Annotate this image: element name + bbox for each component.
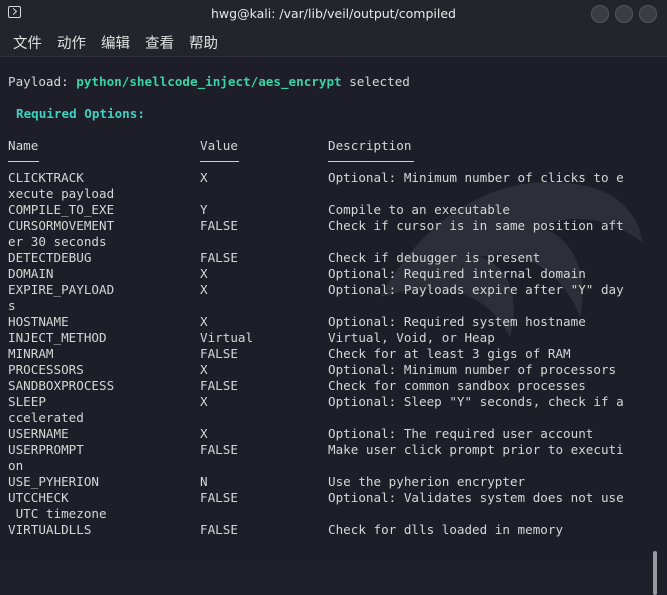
option-name: HOSTNAME bbox=[8, 314, 69, 329]
option-value: Virtual bbox=[200, 330, 254, 345]
option-description: Check if cursor is in same position aft bbox=[328, 218, 624, 233]
option-value: N bbox=[200, 474, 208, 489]
option-value: FALSE bbox=[200, 442, 238, 457]
header-name-underline bbox=[8, 161, 39, 162]
option-description: Virtual, Void, or Heap bbox=[328, 330, 495, 345]
option-description: Check for at least 3 gigs of RAM bbox=[328, 346, 571, 361]
option-name: INJECT_METHOD bbox=[8, 330, 107, 345]
option-name: USE_PYHERION bbox=[8, 474, 99, 489]
option-description: Optional: Required internal domain bbox=[328, 266, 586, 281]
menu-file[interactable]: 文件 bbox=[13, 32, 42, 53]
option-description-wrap: ccelerated bbox=[8, 410, 84, 425]
option-name: USERPROMPT bbox=[8, 442, 84, 457]
option-name: DOMAIN bbox=[8, 266, 54, 281]
option-name: EXPIRE_PAYLOAD bbox=[8, 282, 115, 297]
option-description-wrap: UTC timezone bbox=[8, 506, 107, 521]
option-description-wrap: xecute payload bbox=[8, 186, 115, 201]
title-bar: hwg@kali: /var/lib/veil/output/compiled bbox=[0, 0, 667, 28]
option-name: COMPILE_TO_EXE bbox=[8, 202, 115, 217]
payload-prefix: Payload: bbox=[8, 74, 77, 89]
option-description: Optional: Sleep "Y" seconds, check if a bbox=[328, 394, 624, 409]
option-description: Compile to an executable bbox=[328, 202, 510, 217]
option-value: X bbox=[200, 314, 208, 329]
option-value: X bbox=[200, 362, 208, 377]
option-value: Y bbox=[200, 202, 208, 217]
close-icon[interactable] bbox=[639, 5, 657, 23]
menu-action[interactable]: 动作 bbox=[57, 32, 86, 53]
option-name: UTCCHECK bbox=[8, 490, 69, 505]
option-description-wrap: er 30 seconds bbox=[8, 234, 107, 249]
option-description: Check for common sandbox processes bbox=[328, 378, 586, 393]
option-name: PROCESSORS bbox=[8, 362, 84, 377]
header-value-underline bbox=[200, 161, 239, 162]
maximize-icon[interactable] bbox=[615, 5, 633, 23]
option-value: FALSE bbox=[200, 250, 238, 265]
header-description-underline bbox=[328, 161, 414, 162]
option-name: CLICKTRACK bbox=[8, 170, 84, 185]
option-description-wrap: on bbox=[8, 458, 24, 473]
option-description: Use the pyherion encrypter bbox=[328, 474, 526, 489]
option-description: Optional: Payloads expire after "Y" day bbox=[328, 282, 624, 297]
header-description: Description bbox=[328, 138, 412, 153]
header-value: Value bbox=[200, 138, 238, 153]
option-name: VIRTUALDLLS bbox=[8, 522, 92, 537]
option-name: MINRAM bbox=[8, 346, 54, 361]
option-value: X bbox=[200, 170, 208, 185]
menu-view[interactable]: 查看 bbox=[145, 32, 174, 53]
option-name: SLEEP bbox=[8, 394, 46, 409]
menu-bar: 文件 动作 编辑 查看 帮助 bbox=[0, 28, 667, 57]
option-value: X bbox=[200, 426, 208, 441]
option-description: Check for dlls loaded in memory bbox=[328, 522, 564, 537]
option-description: Optional: The required user account bbox=[328, 426, 594, 441]
option-description: Check if debugger is present bbox=[328, 250, 541, 265]
option-description: Optional: Required system hostname bbox=[328, 314, 586, 329]
payload-suffix: selected bbox=[341, 74, 410, 89]
option-description-wrap: s bbox=[8, 298, 16, 313]
option-value: X bbox=[200, 282, 208, 297]
required-options-heading: Required Options: bbox=[16, 106, 145, 121]
option-value: FALSE bbox=[200, 490, 238, 505]
option-value: FALSE bbox=[200, 378, 238, 393]
option-description: Optional: Minimum number of clicks to e bbox=[328, 170, 624, 185]
window-title: hwg@kali: /var/lib/veil/output/compiled bbox=[211, 6, 456, 21]
option-value: FALSE bbox=[200, 346, 238, 361]
payload-name: python/shellcode_inject/aes_encrypt bbox=[76, 74, 342, 89]
header-name: Name bbox=[8, 138, 39, 153]
option-value: FALSE bbox=[200, 522, 238, 537]
minimize-icon[interactable] bbox=[591, 5, 609, 23]
option-name: SANDBOXPROCESS bbox=[8, 378, 115, 393]
option-name: USERNAME bbox=[8, 426, 69, 441]
option-value: X bbox=[200, 394, 208, 409]
menu-edit[interactable]: 编辑 bbox=[101, 32, 130, 53]
option-description: Optional: Minimum number of processors bbox=[328, 362, 617, 377]
option-description: Optional: Validates system does not use bbox=[328, 490, 624, 505]
option-description: Make user click prompt prior to executi bbox=[328, 442, 624, 457]
menu-help[interactable]: 帮助 bbox=[189, 32, 218, 53]
scrollbar-thumb[interactable] bbox=[653, 551, 657, 595]
option-value: X bbox=[200, 266, 208, 281]
payload-line: Payload: python/shellcode_inject/aes_enc… bbox=[8, 74, 410, 90]
option-name: DETECTDEBUG bbox=[8, 250, 92, 265]
option-name: CURSORMOVEMENT bbox=[8, 218, 115, 233]
terminal-output[interactable]: Payload: python/shellcode_inject/aes_enc… bbox=[0, 57, 667, 595]
option-value: FALSE bbox=[200, 218, 238, 233]
